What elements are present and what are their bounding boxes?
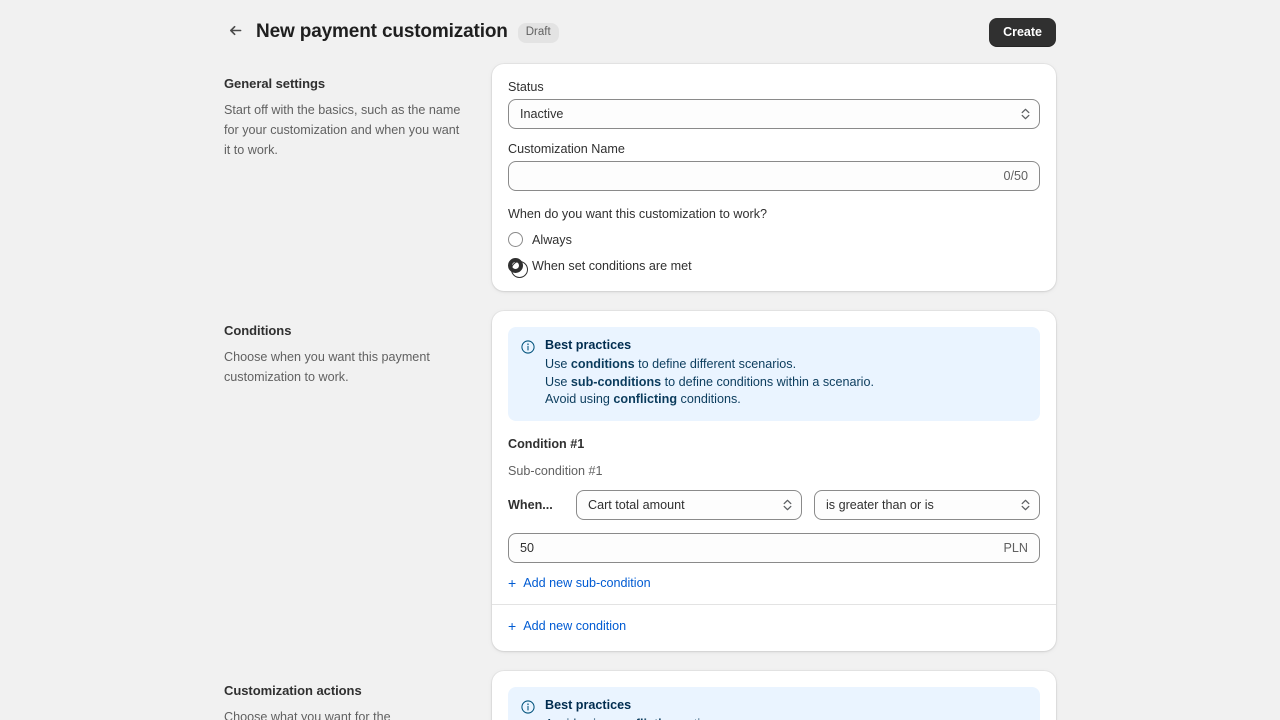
conditions-banner-body: Best practices Use conditions to define … (545, 338, 1028, 409)
general-settings-aside: General settings Start off with the basi… (224, 64, 492, 160)
conditions-heading: Conditions (224, 323, 464, 338)
status-select[interactable]: Inactive (508, 99, 1040, 129)
add-new-condition-label: Add new condition (523, 619, 626, 633)
actions-best-practices-banner: Best practices Avoid using conflicting a… (508, 687, 1040, 720)
customization-name-field: Customization Name 0/50 (508, 142, 1040, 191)
status-field: Status Inactive (508, 80, 1040, 129)
conditions-divider (492, 604, 1056, 605)
line1-bold: conditions (571, 357, 635, 371)
radio-conditions-label: When set conditions are met (532, 259, 692, 273)
conditions-banner-line-2: Use sub-conditions to define conditions … (545, 374, 1028, 392)
actions-banner-line-1: Avoid using conflicting actions. (545, 716, 1028, 720)
customization-actions-description: Choose what you want for the customizati… (224, 707, 464, 720)
aline1-post: actions. (677, 717, 724, 720)
plus-icon: + (508, 619, 516, 633)
radio-always-icon (508, 232, 523, 247)
section-general-settings: General settings Start off with the basi… (0, 64, 1280, 291)
general-settings-description: Start off with the basics, such as the n… (224, 100, 464, 160)
customization-actions-heading: Customization actions (224, 683, 464, 698)
condition-subject-wrapper: Cart total amount (576, 490, 802, 520)
radio-option-always[interactable]: Always (508, 232, 1040, 247)
add-new-subcondition-button[interactable]: + Add new sub-condition (508, 574, 1040, 592)
line1-post: to define different scenarios. (635, 357, 797, 371)
add-new-condition-button[interactable]: + Add new condition (508, 617, 1040, 635)
line3-post: conditions. (677, 392, 741, 406)
line2-bold: sub-conditions (571, 375, 661, 389)
condition-1-title: Condition #1 (508, 437, 1040, 451)
customization-name-label: Customization Name (508, 142, 1040, 156)
general-settings-heading: General settings (224, 76, 464, 91)
line3-bold: conflicting (613, 392, 677, 406)
info-circle-icon (520, 339, 536, 355)
actions-banner-title: Best practices (545, 698, 1028, 712)
condition-subject-select[interactable]: Cart total amount (576, 490, 802, 520)
status-label: Status (508, 80, 1040, 94)
customization-name-input[interactable]: 0/50 (508, 161, 1040, 191)
general-settings-card: Status Inactive Customization Name (492, 64, 1056, 291)
status-select-wrapper: Inactive (508, 99, 1040, 129)
add-subcondition-wrapper: + Add new sub-condition (508, 574, 1040, 592)
add-new-subcondition-label: Add new sub-condition (523, 576, 650, 590)
line3-pre: Avoid using (545, 392, 613, 406)
plus-icon: + (508, 576, 516, 590)
condition-amount-input[interactable]: 50 PLN (508, 533, 1040, 563)
subcondition-1-row: When... Cart total amount is greater tha… (508, 490, 1040, 520)
section-customization-actions: Customization actions Choose what you wa… (0, 671, 1280, 720)
conditions-best-practices-banner: Best practices Use conditions to define … (508, 327, 1040, 421)
radio-option-conditions[interactable]: When set conditions are met (508, 258, 1040, 273)
conditions-banner-title: Best practices (545, 338, 1028, 352)
aline1-bold: conflicting (613, 717, 677, 720)
back-button[interactable] (224, 21, 246, 43)
conditions-description: Choose when you want this payment custom… (224, 347, 464, 387)
arrow-left-icon (227, 22, 244, 42)
subcondition-1-title: Sub-condition #1 (508, 464, 1040, 478)
info-circle-icon (520, 699, 536, 715)
page-title: New payment customization (256, 21, 508, 43)
create-button[interactable]: Create (989, 18, 1056, 47)
header-inner: New payment customization Draft Create (224, 18, 1056, 47)
condition-amount-value: 50 (520, 541, 1004, 555)
condition-currency-suffix: PLN (1004, 541, 1029, 555)
when-label: When... (508, 498, 564, 512)
section-conditions: Conditions Choose when you want this pay… (0, 311, 1280, 651)
conditions-banner-line-3: Avoid using conflicting conditions. (545, 391, 1028, 409)
work-timing-question: When do you want this customization to w… (508, 207, 1040, 221)
condition-operator-select[interactable]: is greater than or is (814, 490, 1040, 520)
page-content: General settings Start off with the basi… (0, 64, 1280, 720)
radio-conditions-icon (508, 258, 523, 273)
actions-banner-body: Best practices Avoid using conflicting a… (545, 698, 1028, 720)
conditions-banner-line-1: Use conditions to define different scena… (545, 356, 1028, 374)
page-header: New payment customization Draft Create (0, 0, 1280, 64)
radio-always-label: Always (532, 233, 572, 247)
customization-actions-aside: Customization actions Choose what you wa… (224, 671, 492, 720)
status-badge: Draft (518, 23, 559, 44)
customization-actions-card: Best practices Avoid using conflicting a… (492, 671, 1056, 720)
line2-post: to define conditions within a scenario. (661, 375, 874, 389)
line2-pre: Use (545, 375, 571, 389)
customization-name-counter: 0/50 (1003, 169, 1028, 183)
line1-pre: Use (545, 357, 571, 371)
conditions-aside: Conditions Choose when you want this pay… (224, 311, 492, 387)
condition-operator-wrapper: is greater than or is (814, 490, 1040, 520)
payment-customization-page: New payment customization Draft Create G… (0, 0, 1280, 720)
conditions-card: Best practices Use conditions to define … (492, 311, 1056, 651)
aline1-pre: Avoid using (545, 717, 613, 720)
